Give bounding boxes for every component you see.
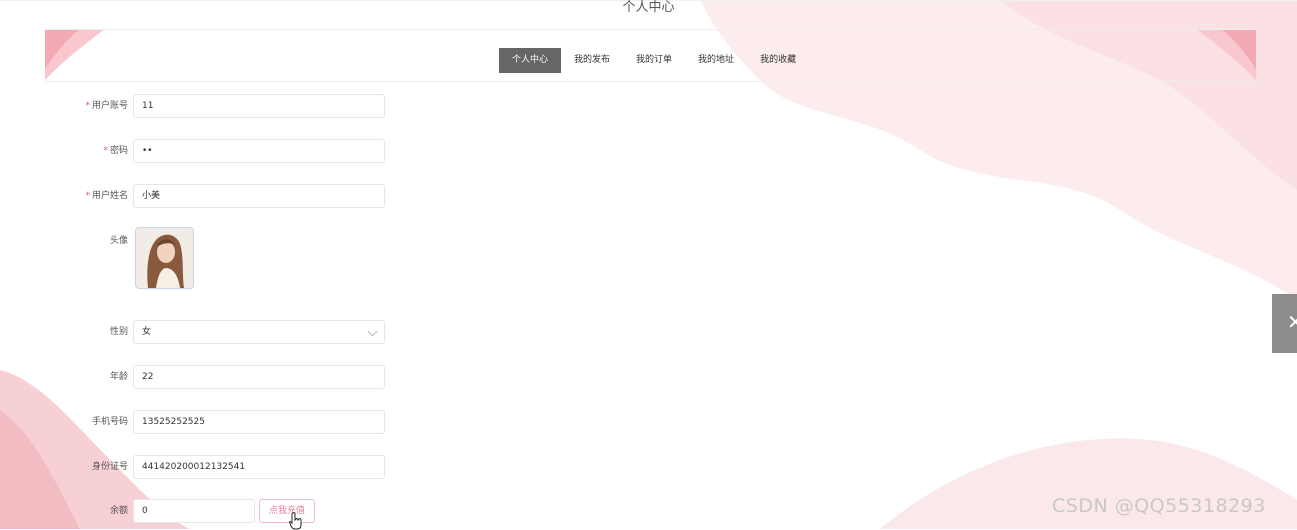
page-title: 个人中心 [622, 0, 675, 15]
chevron-down-icon [367, 326, 378, 337]
gender-select[interactable]: 女 [133, 320, 385, 344]
required-mark: * [85, 101, 90, 111]
account-input[interactable]: 11 [133, 94, 385, 118]
avatar-image [136, 228, 193, 288]
phone-input[interactable]: 13525252525 [133, 410, 385, 434]
required-mark: * [85, 191, 90, 201]
tab-my-address[interactable]: 我的地址 [685, 48, 747, 73]
age-label: 年龄 [109, 372, 128, 382]
name-label: * 用户姓名 [85, 191, 128, 201]
recharge-button[interactable]: 点我充值 [259, 499, 315, 523]
nav-tabs: 个人中心 我的发布 我的订单 我的地址 我的收藏 [499, 48, 809, 73]
avatar-upload[interactable] [135, 227, 194, 289]
tab-my-posts[interactable]: 我的发布 [561, 48, 623, 73]
tab-personal-center[interactable]: 个人中心 [499, 48, 562, 73]
side-collapse-tab[interactable]: ✕ [1272, 294, 1297, 353]
age-input[interactable]: 22 [133, 365, 385, 389]
tab-my-favorites[interactable]: 我的收藏 [747, 48, 809, 73]
balance-input[interactable]: 0 [133, 499, 255, 523]
gender-label: 性别 [109, 327, 128, 337]
password-input[interactable]: •• [133, 139, 385, 163]
avatar-label: 头像 [109, 236, 128, 246]
phone-label: 手机号码 [91, 417, 128, 427]
account-label: * 用户账号 [85, 101, 128, 111]
name-input[interactable]: 小美 [133, 184, 385, 208]
password-label: * 密码 [103, 146, 128, 156]
hand-cursor-icon [289, 512, 302, 530]
idcard-input[interactable]: 441420200012132541 [133, 455, 385, 479]
watermark: CSDN @QQ55318293 [1052, 495, 1266, 517]
required-mark: * [103, 146, 108, 156]
close-icon: ✕ [1287, 310, 1297, 334]
idcard-label: 身份证号 [91, 462, 128, 472]
balance-label: 余额 [109, 506, 128, 516]
gender-value: 女 [142, 327, 152, 337]
tab-my-orders[interactable]: 我的订单 [623, 48, 685, 73]
